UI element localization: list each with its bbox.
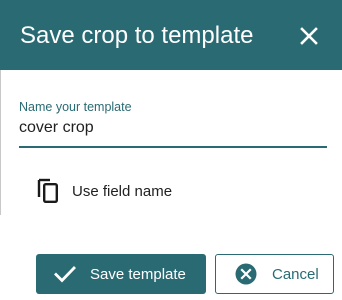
save-template-label: Save template xyxy=(90,265,186,283)
use-field-name-label: Use field name xyxy=(72,182,173,200)
template-name-field: Name your template xyxy=(19,98,327,149)
dialog-edge xyxy=(0,70,1,215)
template-name-label: Name your template xyxy=(19,100,132,114)
close-button[interactable] xyxy=(294,21,324,51)
copy-icon xyxy=(36,178,60,204)
use-field-name-option[interactable]: Use field name xyxy=(36,176,172,206)
check-icon xyxy=(54,265,76,283)
cancel-label: Cancel xyxy=(272,265,319,283)
template-name-input[interactable] xyxy=(19,116,327,140)
save-crop-dialog: Save crop to template Name your template… xyxy=(0,0,342,300)
dialog-header: Save crop to template xyxy=(0,0,342,70)
close-icon xyxy=(300,27,318,45)
cancel-button[interactable]: Cancel xyxy=(215,254,334,294)
template-name-underline xyxy=(19,146,327,148)
save-template-button[interactable]: Save template xyxy=(36,254,206,294)
dialog-title: Save crop to template xyxy=(20,22,254,49)
cancel-circle-icon xyxy=(235,263,257,285)
